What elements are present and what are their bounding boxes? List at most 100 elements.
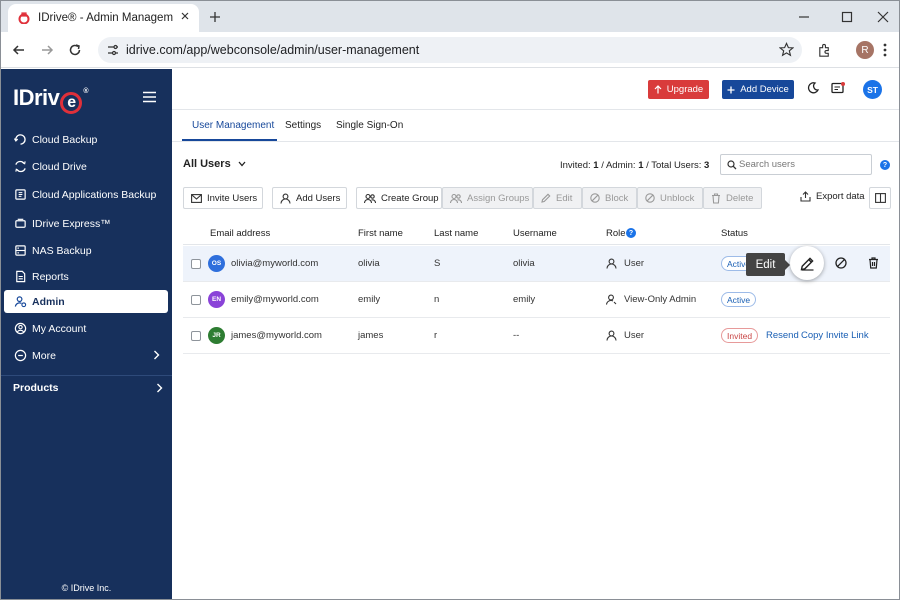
unblock-button[interactable]: Unblock	[637, 187, 703, 209]
add-device-button[interactable]: Add Device	[722, 80, 794, 99]
group-icon	[450, 193, 462, 204]
sidebar-item-reports[interactable]: Reports	[4, 265, 168, 288]
col-email[interactable]: Email address	[210, 228, 270, 239]
address-bar[interactable]: idrive.com/app/webconsole/admin/user-man…	[98, 37, 802, 63]
tab-user-management[interactable]: User Management	[192, 120, 274, 131]
notifications-card-icon[interactable]	[831, 81, 846, 95]
extensions-icon[interactable]	[813, 39, 835, 61]
row-checkbox[interactable]	[191, 295, 201, 305]
nas-icon	[13, 244, 27, 258]
sidebar-item-cloud-apps-backup[interactable]: Cloud Applications Backup	[4, 183, 168, 206]
block-button[interactable]: Block	[582, 187, 637, 209]
role-help-icon[interactable]: ?	[626, 228, 636, 238]
resend-link[interactable]: Resend	[766, 330, 799, 341]
col-status[interactable]: Status	[721, 228, 748, 239]
pencil-icon	[800, 256, 815, 271]
row-edit-button[interactable]	[790, 246, 824, 280]
sidebar-item-nas-backup[interactable]: NAS Backup	[4, 239, 168, 262]
forward-icon[interactable]	[36, 39, 58, 61]
group-icon	[364, 193, 376, 204]
export-label: Export data	[816, 191, 865, 202]
new-tab-button[interactable]	[205, 7, 225, 27]
block-icon[interactable]	[835, 257, 847, 269]
avatar: EN	[208, 291, 225, 308]
sidebar-item-cloud-backup[interactable]: Cloud Backup	[4, 128, 168, 151]
assign-groups-button[interactable]: Assign Groups	[442, 187, 533, 209]
page-tabs: User Management Settings Single Sign-On	[172, 110, 899, 142]
profile-avatar[interactable]: R	[856, 41, 874, 59]
search-input[interactable]: Search users	[720, 154, 872, 175]
browser-tab[interactable]: IDrive® - Admin Management	[8, 4, 199, 32]
export-icon	[800, 191, 811, 202]
create-group-button[interactable]: Create Group	[356, 187, 442, 209]
table-row[interactable]: EN emily@myworld.com emily n emily View-…	[183, 282, 890, 318]
hamburger-menu-icon[interactable]	[142, 91, 157, 103]
minimize-icon[interactable]	[793, 6, 815, 28]
user-avatar[interactable]: ST	[863, 80, 882, 99]
trash-icon	[711, 192, 721, 204]
sidebar-products[interactable]: Products	[13, 382, 163, 394]
cell-email: olivia@myworld.com	[231, 258, 319, 269]
invite-users-button[interactable]: Invite Users	[183, 187, 263, 209]
close-window-icon[interactable]	[872, 6, 894, 28]
assign-groups-label: Assign Groups	[467, 192, 530, 204]
upgrade-button[interactable]: Upgrade	[648, 80, 709, 99]
export-data-button[interactable]: Export data	[800, 191, 865, 202]
block-icon	[590, 193, 600, 203]
col-last-name[interactable]: Last name	[434, 228, 478, 239]
sidebar-item-more[interactable]: More	[4, 344, 168, 367]
cell-username: emily	[513, 294, 536, 305]
tab-settings[interactable]: Settings	[285, 120, 321, 131]
all-users-dropdown[interactable]: All Users	[183, 158, 246, 170]
sidebar-item-label: Cloud Backup	[32, 133, 98, 146]
table-row[interactable]: JR james@myworld.com james r -- User Inv…	[183, 318, 890, 354]
browser-menu-icon[interactable]	[874, 39, 896, 61]
sidebar-item-cloud-drive[interactable]: Cloud Drive	[4, 155, 168, 178]
delete-button[interactable]: Delete	[703, 187, 762, 209]
sidebar-item-idrive-express[interactable]: IDrive Express™	[4, 212, 168, 235]
copy-invite-link[interactable]: Copy Invite Link	[801, 330, 869, 341]
dark-mode-moon-icon[interactable]	[806, 81, 820, 95]
url-text: idrive.com/app/webconsole/admin/user-man…	[126, 43, 420, 57]
delete-label: Delete	[726, 192, 754, 204]
cell-username: olivia	[513, 258, 535, 269]
cloud-backup-icon	[13, 133, 27, 147]
person-icon	[280, 193, 291, 204]
cell-last-name: r	[434, 330, 438, 341]
more-icon	[13, 349, 27, 363]
role-label: User	[624, 330, 645, 341]
cell-username: --	[513, 330, 520, 341]
invited-count: 1	[593, 160, 599, 171]
sidebar-item-admin[interactable]: Admin	[4, 290, 168, 313]
add-users-button[interactable]: Add Users	[272, 187, 347, 209]
site-settings-icon[interactable]	[106, 43, 120, 57]
col-role[interactable]: Role	[606, 228, 626, 239]
reload-icon[interactable]	[64, 39, 86, 61]
row-checkbox[interactable]	[191, 259, 201, 269]
sidebar-divider	[1, 375, 172, 376]
cell-role: User	[606, 330, 644, 341]
admin-label: / Admin:	[601, 160, 636, 171]
bookmark-star-icon[interactable]	[779, 42, 794, 57]
add-users-label: Add Users	[296, 192, 341, 204]
edit-label: Edit	[556, 192, 573, 204]
sidebar-item-label: Reports	[32, 270, 69, 283]
help-icon[interactable]: ?	[880, 160, 890, 170]
col-first-name[interactable]: First name	[358, 228, 403, 239]
idrive-logo[interactable]: IDriv e ®	[13, 85, 89, 114]
envelope-icon	[191, 193, 202, 203]
cell-role: User	[606, 258, 644, 269]
tab-single-sign-on[interactable]: Single Sign-On	[336, 120, 403, 131]
close-tab-icon[interactable]	[179, 10, 191, 22]
edit-button[interactable]: Edit	[533, 187, 582, 209]
user-role-icon	[606, 330, 617, 341]
sidebar-item-label: Admin	[32, 295, 65, 308]
column-toggle-button[interactable]	[869, 187, 891, 209]
maximize-icon[interactable]	[836, 6, 858, 28]
back-icon[interactable]	[8, 39, 30, 61]
cell-last-name: n	[434, 294, 440, 305]
sidebar-item-my-account[interactable]: My Account	[4, 317, 168, 340]
row-checkbox[interactable]	[191, 331, 201, 341]
col-username[interactable]: Username	[513, 228, 557, 239]
trash-icon[interactable]	[868, 257, 879, 269]
